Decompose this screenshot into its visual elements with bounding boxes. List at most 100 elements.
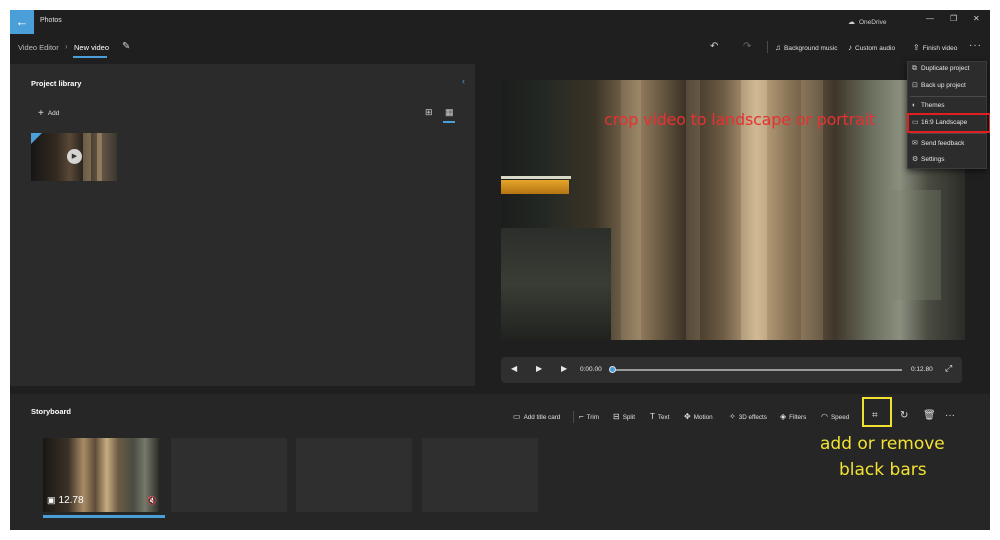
empty-clip-slot[interactable] [422, 438, 538, 512]
menu-separator [910, 133, 986, 134]
close-button[interactable]: ✕ [973, 14, 980, 23]
storyboard-more-icon[interactable]: ··· [945, 410, 955, 421]
play-icon[interactable]: ▶ [67, 149, 82, 164]
breadcrumb-video-editor[interactable]: Video Editor [18, 43, 59, 52]
feedback-icon: ✉ [912, 140, 918, 147]
split-label: Split [622, 414, 635, 421]
add-media-button[interactable]: + Add [38, 108, 59, 119]
view-mode-underline [443, 121, 455, 123]
filter-icon: ◈ [780, 412, 787, 421]
split-icon: ⊟ [613, 412, 620, 421]
trim-label: Trim [586, 414, 600, 421]
onedrive-label: OneDrive [859, 19, 887, 26]
text-label: Text [657, 414, 670, 421]
speedometer-icon: ◠ [821, 412, 828, 421]
annotation-highlight-aspect-ratio [907, 113, 990, 133]
fullscreen-icon[interactable]: ⤢ [945, 363, 952, 374]
next-frame-icon[interactable]: ▶ [561, 364, 567, 373]
project-library-title: Project library [31, 79, 82, 88]
preview-station-sign [501, 180, 569, 194]
menu-separator [910, 96, 986, 97]
breadcrumb-separator: › [65, 42, 68, 51]
undo-icon[interactable]: ↶ [710, 41, 718, 52]
filters-button[interactable]: ◈ Filters [780, 412, 806, 421]
minimize-button[interactable]: — [926, 14, 934, 23]
annotation-black-bars-line2: black bars [839, 460, 927, 480]
background-music-label: Background music [784, 45, 838, 52]
backup-icon: ⊡ [912, 82, 918, 89]
previous-frame-icon[interactable]: ◀ [511, 364, 517, 373]
breadcrumb-current: New video [74, 43, 110, 52]
trim-button[interactable]: ⌐ Trim [579, 412, 599, 421]
arrow-left-icon: ← [15, 14, 29, 29]
playback-bar: ◀ ▶ ▶ 0:00.00 0:12.80 ⤢ [501, 357, 962, 383]
background-music-button[interactable]: ♫ Background music [775, 43, 837, 52]
menu-item-duplicate-project[interactable]: ⧉ Duplicate project [908, 65, 988, 79]
empty-clip-slot[interactable] [171, 438, 287, 512]
motion-icon: ✥ [684, 412, 691, 421]
filters-label: Filters [789, 414, 807, 421]
empty-clip-slot[interactable] [296, 438, 412, 512]
collapse-chevron-icon[interactable]: ‹ [462, 76, 465, 86]
add-title-card-label: Add title card [523, 414, 561, 421]
seek-track[interactable] [611, 369, 902, 371]
duplicate-icon: ⧉ [912, 65, 917, 72]
speed-label: Speed [830, 414, 850, 421]
back-button[interactable]: ← [10, 10, 34, 34]
rename-pencil-icon[interactable]: ✎ [122, 41, 130, 52]
custom-audio-button[interactable]: ♪ Custom audio [848, 43, 895, 52]
grid-view-icon[interactable]: ⊞ [425, 107, 433, 118]
clip-duration-value: 12.78 [58, 495, 84, 506]
palette-icon: ◐ [912, 102, 917, 109]
rotate-icon[interactable]: ↻ [900, 410, 908, 421]
seek-thumb[interactable] [609, 366, 616, 373]
export-icon: ⇪ [913, 43, 920, 52]
mute-icon[interactable]: 🔇 [147, 496, 157, 505]
restore-button[interactable]: ❐ [950, 14, 957, 23]
storyboard-title: Storyboard [31, 407, 72, 416]
storyboard-clip[interactable]: ▣ 12.78 🔇 [43, 438, 159, 512]
menu-item-send-feedback[interactable]: ✉ Send feedback [908, 139, 988, 153]
cloud-icon: ☁ [848, 19, 855, 26]
storyboard-divider [573, 411, 574, 423]
annotation-black-bars-line1: add or remove [820, 434, 945, 454]
project-library-panel: Project library ‹ + Add ⊞ ▦ ▶ [10, 64, 475, 386]
gear-icon: ⚙ [912, 156, 919, 163]
selected-clip-underline [43, 515, 165, 518]
annotation-highlight-black-bars [862, 397, 892, 427]
more-options-icon[interactable]: ··· [969, 40, 982, 51]
music-note-icon: ♫ [775, 43, 781, 52]
current-time: 0:00.00 [580, 366, 602, 373]
speed-button[interactable]: ◠ Speed [821, 412, 849, 421]
redo-icon[interactable]: ↷ [743, 41, 751, 52]
breadcrumb-underline [73, 56, 107, 58]
annotation-crop-note: crop video to landscape or portrait [604, 110, 875, 129]
finish-video-button[interactable]: ⇪ Finish video [913, 43, 957, 52]
title-card-icon: ▭ [513, 412, 521, 421]
menu-item-back-up-project[interactable]: ⊡ Back up project [908, 81, 988, 95]
total-time: 0:12.80 [911, 366, 933, 373]
plus-icon: + [38, 108, 44, 119]
menu-item-settings[interactable]: ⚙ Settings [908, 155, 988, 169]
onedrive-status[interactable]: ☁ OneDrive [848, 18, 886, 26]
motion-label: Motion [693, 414, 713, 421]
text-icon: T [650, 412, 655, 421]
motion-button[interactable]: ✥ Motion [684, 412, 713, 421]
text-button[interactable]: T Text [650, 412, 669, 421]
header-divider [767, 41, 768, 53]
add-title-card-button[interactable]: ▭ Add title card [513, 412, 560, 421]
3d-effects-label: 3D effects [738, 414, 767, 421]
split-button[interactable]: ⊟ Split [613, 412, 635, 421]
trim-icon: ⌐ [579, 412, 584, 421]
custom-audio-label: Custom audio [855, 45, 896, 52]
sparkle-icon: ✧ [729, 412, 736, 421]
library-media-thumbnail[interactable]: ▶ [31, 133, 117, 181]
delete-icon[interactable]: 🗑 [923, 410, 936, 421]
audio-icon: ♪ [848, 43, 852, 52]
list-view-icon[interactable]: ▦ [445, 107, 454, 118]
photos-app-window: ← Photos ☁ OneDrive — ❐ ✕ Video Editor › … [10, 10, 990, 530]
3d-effects-button[interactable]: ✧ 3D effects [729, 412, 767, 421]
title-bar: ← Photos ☁ OneDrive — ❐ ✕ [10, 10, 990, 34]
clip-duration: ▣ 12.78 [47, 495, 84, 506]
play-button-icon[interactable]: ▶ [536, 364, 542, 373]
